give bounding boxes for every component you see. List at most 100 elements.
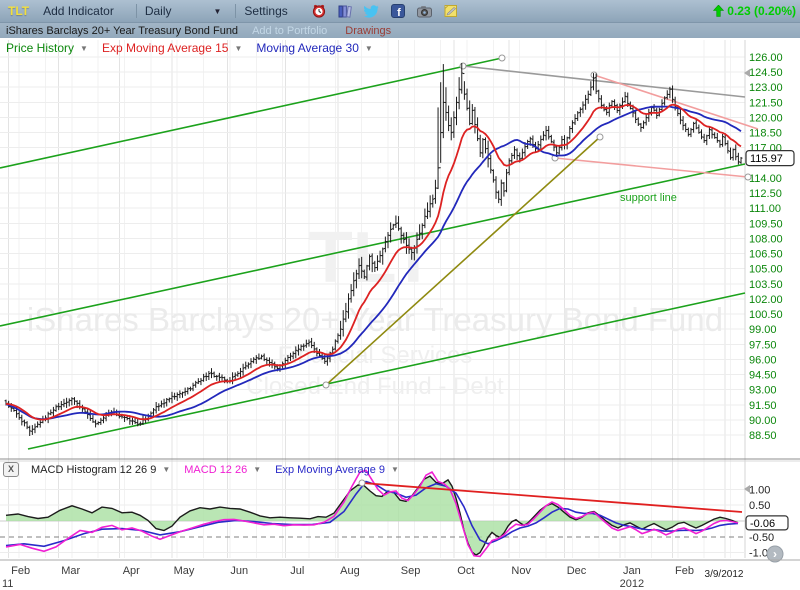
macd-pane-legend: X MACD Histogram 12 26 9 ▼ MACD 12 26 ▼ Ex… bbox=[3, 462, 409, 477]
month-label: Mar bbox=[61, 565, 80, 577]
svg-text:126.00: 126.00 bbox=[749, 52, 783, 64]
svg-text:114.00: 114.00 bbox=[749, 173, 782, 185]
trendline-handle[interactable] bbox=[597, 134, 603, 140]
chevron-down-icon[interactable]: ▼ bbox=[391, 465, 399, 474]
trendline-handle[interactable] bbox=[499, 55, 505, 61]
svg-text:124.50: 124.50 bbox=[749, 67, 783, 79]
svg-text:120.00: 120.00 bbox=[749, 112, 783, 124]
legend-ema9[interactable]: Exp Moving Average 9 bbox=[275, 464, 385, 476]
year-label: 2012 bbox=[620, 578, 644, 590]
month-label: May bbox=[174, 565, 195, 577]
symbol-ticker[interactable]: TLT bbox=[8, 4, 29, 18]
svg-text:1.00: 1.00 bbox=[749, 484, 770, 496]
legend-ma30[interactable]: Moving Average 30 bbox=[256, 41, 359, 55]
svg-text:123.00: 123.00 bbox=[749, 82, 783, 94]
month-label: Dec bbox=[567, 565, 587, 577]
svg-text:Financial Services: Financial Services bbox=[278, 342, 473, 369]
svg-text:112.50: 112.50 bbox=[749, 188, 782, 200]
svg-text:105.00: 105.00 bbox=[749, 264, 783, 276]
legend-macd-line[interactable]: MACD 12 26 bbox=[184, 464, 247, 476]
legend-price-history[interactable]: Price History bbox=[6, 41, 74, 55]
month-label: Jan bbox=[623, 565, 641, 577]
timeframe-select[interactable]: Daily bbox=[145, 4, 172, 18]
svg-text:›: › bbox=[773, 547, 777, 561]
chevron-down-icon[interactable]: ▼ bbox=[234, 44, 242, 53]
svg-text:111.00: 111.00 bbox=[749, 203, 781, 215]
add-to-portfolio-link[interactable]: Add to Portfolio bbox=[252, 25, 327, 37]
macd-pane: 1.000.50-0.50-1.00-0.06 bbox=[0, 470, 788, 559]
svg-text:88.50: 88.50 bbox=[749, 430, 777, 442]
month-label: Jun bbox=[230, 565, 248, 577]
toolbar-divider bbox=[235, 4, 236, 18]
drawings-menu[interactable]: Drawings bbox=[345, 25, 391, 37]
svg-text:102.00: 102.00 bbox=[749, 294, 783, 306]
charting-app: TLT Add Indicator Daily ▼ Settings bbox=[0, 0, 800, 590]
chevron-down-icon[interactable]: ▼ bbox=[253, 465, 261, 474]
facebook-icon[interactable]: f bbox=[391, 4, 405, 18]
month-label: Feb bbox=[675, 565, 694, 577]
macd-histogram-fill bbox=[6, 476, 738, 555]
legend-macd-histogram[interactable]: MACD Histogram 12 26 9 bbox=[31, 464, 156, 476]
price-pane-legend: Price History ▼ Exp Moving Average 15 ▼ Mo… bbox=[6, 41, 383, 55]
month-label: Sep bbox=[401, 565, 421, 577]
svg-text:93.00: 93.00 bbox=[749, 385, 777, 397]
trendline-handle[interactable] bbox=[323, 382, 329, 388]
year-label: 11 bbox=[2, 578, 13, 590]
library-icon[interactable] bbox=[338, 4, 352, 18]
chevron-down-icon[interactable]: ▼ bbox=[365, 44, 373, 53]
twitter-icon[interactable] bbox=[364, 5, 379, 18]
svg-text:97.50: 97.50 bbox=[749, 339, 777, 351]
up-arrow-icon bbox=[713, 5, 724, 17]
x-axis: Feb Mar Apr May Jun Jul Aug Sep Oct Nov Dec Jan2012… bbox=[2, 565, 744, 590]
symbol-bar: iShares Barclays 20+ Year Treasury Bond … bbox=[0, 23, 800, 38]
svg-text:115.97: 115.97 bbox=[750, 153, 783, 165]
svg-text:100.50: 100.50 bbox=[749, 309, 783, 321]
svg-text:90.00: 90.00 bbox=[749, 415, 777, 427]
trendline-handle[interactable] bbox=[460, 63, 466, 69]
svg-text:0.50: 0.50 bbox=[749, 500, 770, 512]
settings-button[interactable]: Settings bbox=[244, 4, 287, 18]
svg-text:106.50: 106.50 bbox=[749, 249, 783, 261]
note-icon[interactable] bbox=[444, 4, 458, 18]
last-price-box: 115.97 bbox=[746, 151, 794, 166]
trendline bbox=[463, 66, 745, 97]
month-label: Feb bbox=[11, 565, 30, 577]
trendline bbox=[0, 58, 502, 168]
support-line-label: support line bbox=[620, 192, 677, 204]
chevron-down-icon[interactable]: ▼ bbox=[80, 44, 88, 53]
camera-icon[interactable] bbox=[417, 5, 432, 18]
svg-text:108.00: 108.00 bbox=[749, 233, 783, 245]
svg-text:99.00: 99.00 bbox=[749, 324, 777, 336]
svg-text:121.50: 121.50 bbox=[749, 97, 783, 109]
chart-canvas[interactable]: 126.00124.50123.00121.50120.00118.50117.… bbox=[0, 0, 800, 590]
month-label: Aug bbox=[340, 565, 360, 577]
svg-text:-0.50: -0.50 bbox=[749, 532, 774, 544]
trendline-handle[interactable] bbox=[745, 174, 751, 180]
svg-text:109.50: 109.50 bbox=[749, 218, 783, 230]
svg-text:103.50: 103.50 bbox=[749, 279, 783, 291]
main-toolbar: TLT Add Indicator Daily ▼ Settings bbox=[0, 0, 800, 23]
add-indicator-button[interactable]: Add Indicator bbox=[43, 4, 114, 18]
chevron-down-icon[interactable]: ▼ bbox=[214, 7, 222, 16]
chevron-down-icon[interactable]: ▼ bbox=[162, 465, 170, 474]
month-label: Oct bbox=[457, 565, 474, 577]
svg-text:Closed End Fund - Debt: Closed End Fund - Debt bbox=[246, 373, 504, 400]
month-label: Apr bbox=[123, 565, 140, 577]
last-date-label: 3/9/2012 bbox=[705, 569, 744, 580]
svg-text:91.50: 91.50 bbox=[749, 400, 777, 412]
svg-text:118.50: 118.50 bbox=[749, 128, 782, 140]
toolbar-icons: f bbox=[312, 4, 458, 18]
instrument-name: iShares Barclays 20+ Year Treasury Bond … bbox=[6, 25, 238, 37]
toolbar-divider bbox=[136, 4, 137, 18]
quote-change: 0.23 (0.20%) bbox=[713, 4, 796, 18]
month-label: Jul bbox=[290, 565, 304, 577]
alarm-icon[interactable] bbox=[312, 4, 326, 18]
quote-change-text: 0.23 (0.20%) bbox=[727, 4, 796, 18]
trendline-handle[interactable] bbox=[359, 480, 365, 486]
svg-text:94.50: 94.50 bbox=[749, 370, 777, 382]
close-icon[interactable]: X bbox=[3, 462, 19, 477]
legend-ema15[interactable]: Exp Moving Average 15 bbox=[102, 41, 229, 55]
svg-text:96.00: 96.00 bbox=[749, 354, 777, 366]
svg-text:f: f bbox=[397, 7, 401, 18]
month-label: Nov bbox=[511, 565, 531, 577]
